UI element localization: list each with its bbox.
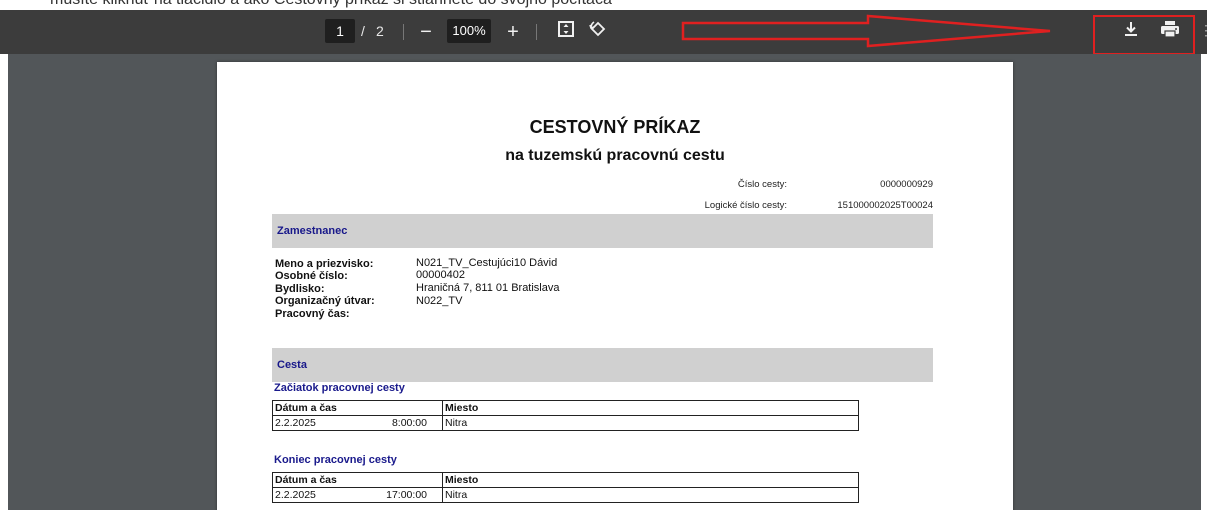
place-cell: Nitra bbox=[442, 487, 859, 503]
red-arrow-annotation bbox=[681, 14, 1051, 48]
logical-number-value: 151000002025T00024 bbox=[837, 200, 933, 211]
document-title: CESTOVNÝ PRÍKAZ bbox=[529, 117, 701, 137]
employee-name-value: N021_TV_Cestujúci10 Dávid bbox=[416, 257, 558, 269]
org-unit-value: N022_TV bbox=[416, 295, 463, 307]
more-icon[interactable]: ⋮ bbox=[1199, 22, 1207, 46]
page-total: 2 bbox=[376, 23, 384, 39]
zoom-level-input[interactable]: 100% bbox=[447, 19, 491, 43]
trip-number-value: 0000000929 bbox=[880, 179, 933, 190]
date-value: 2.2.2025 bbox=[275, 417, 316, 429]
rotate-icon bbox=[588, 19, 608, 45]
org-unit-label: Organizačný útvar: bbox=[275, 295, 375, 307]
work-time-label: Pracovný čas: bbox=[275, 308, 350, 320]
residence-label: Bydlisko: bbox=[275, 283, 325, 295]
employee-id-label: Osobné číslo: bbox=[275, 270, 348, 282]
table-row: 2.2.2025 8:00:00 Nitra bbox=[272, 415, 859, 431]
employee-section-title: Zamestnanec bbox=[277, 225, 348, 237]
trip-start-heading: Začiatok pracovnej cesty bbox=[274, 382, 405, 394]
table-header-row: Dátum a čas Miesto bbox=[272, 472, 859, 488]
pdf-viewer[interactable]: CESTOVNÝ PRÍKAZ na tuzemskú pracovnú ces… bbox=[8, 54, 1201, 510]
fit-page-button[interactable] bbox=[552, 18, 580, 46]
place-column-header: Miesto bbox=[442, 400, 859, 416]
toolbar-divider bbox=[403, 24, 404, 40]
trip-section-header: Cesta bbox=[272, 348, 933, 382]
logical-number-label: Logické číslo cesty: bbox=[704, 200, 787, 211]
employee-section-header: Zamestnanec bbox=[272, 214, 933, 248]
trip-start-table: Dátum a čas Miesto 2.2.2025 8:00:00 Nitra bbox=[272, 400, 859, 431]
date-value: 2.2.2025 bbox=[275, 489, 316, 501]
document-subtitle: na tuzemskú pracovnú cestu bbox=[505, 147, 725, 164]
instruction-text: musíte kliknúť na tlačidlo a ako Cestovn… bbox=[50, 0, 612, 9]
time-value: 8:00:00 bbox=[391, 417, 427, 429]
page-number-input[interactable]: 1 bbox=[325, 19, 355, 43]
instruction-text-strip: musíte kliknúť na tlačidlo a ako Cestovn… bbox=[0, 0, 1207, 10]
toolbar-divider bbox=[536, 24, 537, 40]
datetime-column-header: Dátum a čas bbox=[272, 400, 443, 416]
table-header-row: Dátum a čas Miesto bbox=[272, 400, 859, 416]
residence-value: Hraničná 7, 811 01 Bratislava bbox=[416, 282, 560, 294]
time-value: 17:00:00 bbox=[386, 489, 427, 501]
datetime-column-header: Dátum a čas bbox=[272, 472, 443, 488]
zoom-in-button[interactable]: + bbox=[499, 18, 527, 46]
trip-number-label: Číslo cesty: bbox=[737, 179, 787, 190]
table-row: 2.2.2025 17:00:00 Nitra bbox=[272, 487, 859, 503]
zoom-out-button[interactable]: − bbox=[412, 18, 440, 46]
employee-id-value: 00000402 bbox=[416, 269, 465, 281]
trip-end-table: Dátum a čas Miesto 2.2.2025 17:00:00 Nitr… bbox=[272, 472, 859, 503]
page-separator: / bbox=[361, 23, 365, 39]
trip-section-title: Cesta bbox=[277, 359, 307, 371]
datetime-cell: 2.2.2025 8:00:00 bbox=[272, 415, 443, 431]
datetime-cell: 2.2.2025 17:00:00 bbox=[272, 487, 443, 503]
trip-end-heading: Koniec pracovnej cesty bbox=[274, 454, 397, 466]
employee-name-label: Meno a priezvisko: bbox=[275, 258, 374, 270]
red-highlight-box bbox=[1093, 15, 1195, 55]
place-cell: Nitra bbox=[442, 415, 859, 431]
place-column-header: Miesto bbox=[442, 472, 859, 488]
pdf-page: CESTOVNÝ PRÍKAZ na tuzemskú pracovnú ces… bbox=[217, 62, 1013, 510]
rotate-button[interactable] bbox=[584, 18, 612, 46]
fit-page-icon bbox=[557, 20, 575, 44]
